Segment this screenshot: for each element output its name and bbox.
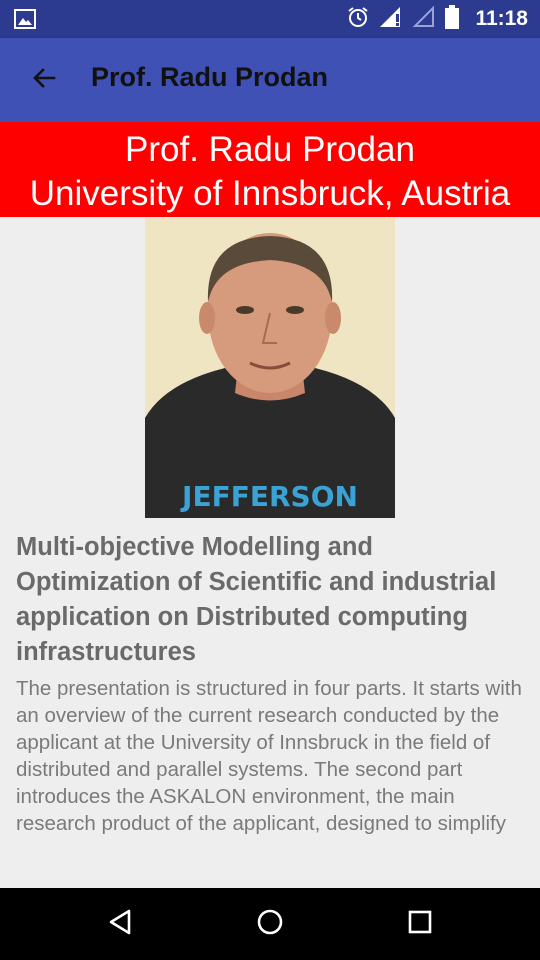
nav-home-button[interactable] [250, 904, 290, 944]
speaker-banner: Prof. Radu Prodan University of Innsbruc… [0, 122, 540, 217]
arrow-left-icon [30, 64, 58, 97]
page-title: Prof. Radu Prodan [91, 62, 329, 92]
navigation-bar [0, 888, 540, 960]
status-bar: 11:18 [0, 0, 540, 38]
nav-recents-button[interactable] [400, 904, 440, 944]
speaker-affiliation: University of Innsbruck, Austria [29, 174, 511, 213]
talk-title: Multi-objective Modelling and Optimizati… [16, 533, 497, 666]
status-time: 11:18 [475, 7, 528, 30]
recents-square-icon [407, 909, 433, 940]
speaker-photo: JEFFERSON [145, 218, 395, 518]
signal-empty-icon [413, 5, 435, 33]
alarm-icon [347, 6, 369, 33]
shirt-text: JEFFERSON [180, 480, 358, 513]
battery-icon [445, 4, 460, 34]
home-circle-icon [256, 908, 284, 941]
app-bar: Prof. Radu Prodan [0, 38, 540, 122]
back-button[interactable] [22, 58, 66, 102]
nav-back-button[interactable] [100, 904, 140, 944]
talk-abstract: The presentation is structured in four p… [16, 677, 522, 835]
speaker-name: Prof. Radu Prodan [125, 130, 415, 169]
back-triangle-icon [107, 908, 133, 941]
image-notification-icon [14, 9, 36, 34]
signal-icon [379, 6, 403, 33]
